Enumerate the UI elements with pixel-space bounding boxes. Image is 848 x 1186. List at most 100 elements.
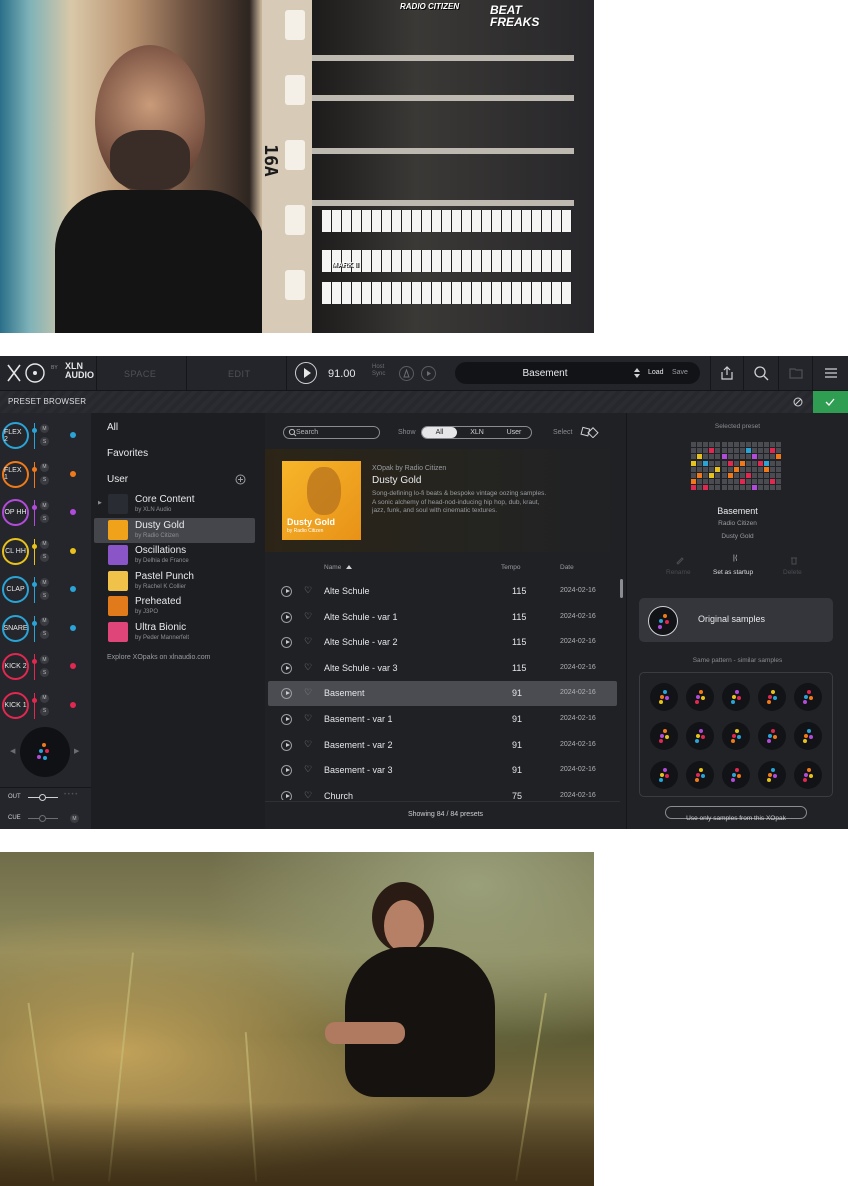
similar-sample-icon[interactable] [794, 722, 822, 750]
preset-row[interactable]: ♡ Alte Schule - var 3 115 2024-02-16 [268, 656, 617, 681]
menu-icon[interactable] [823, 365, 839, 381]
similar-sample-icon[interactable] [758, 683, 786, 711]
mute-button[interactable]: M [40, 578, 49, 587]
folder-icon[interactable] [788, 365, 804, 381]
similar-sample-icon[interactable] [686, 722, 714, 750]
similar-sample-icon[interactable] [686, 683, 714, 711]
library-item[interactable]: Ultra Bionic by Peder Mannerfelt [94, 620, 255, 645]
similar-sample-icon[interactable] [650, 683, 678, 711]
mute-button[interactable]: M [40, 693, 49, 703]
favorite-heart-icon[interactable]: ♡ [304, 790, 312, 800]
solo-button[interactable]: S [40, 668, 49, 677]
solo-button[interactable]: S [40, 706, 49, 716]
favorite-heart-icon[interactable]: ♡ [304, 636, 312, 647]
library-all[interactable]: All [107, 422, 118, 433]
pad-level[interactable] [34, 500, 35, 526]
preview-play-icon[interactable] [281, 637, 292, 649]
preview-play-icon[interactable] [281, 688, 292, 700]
xo-logo[interactable] [6, 362, 46, 384]
tempo-value[interactable]: 91.00 [328, 368, 356, 380]
pad-level[interactable] [34, 615, 35, 642]
library-favorites[interactable]: Favorites [107, 448, 148, 459]
pad-button[interactable]: FLEX 2 [2, 422, 29, 449]
save-button[interactable]: Save [672, 369, 688, 376]
favorite-heart-icon[interactable]: ♡ [304, 713, 312, 724]
select-label[interactable]: Select [553, 429, 572, 436]
similar-sample-icon[interactable] [794, 761, 822, 789]
preset-row[interactable]: ♡ Church 75 2024-02-16 [268, 784, 617, 800]
preset-stepper-icon[interactable] [633, 366, 641, 380]
similar-sample-icon[interactable] [722, 722, 750, 750]
cue-fader[interactable] [28, 815, 58, 822]
delete-button[interactable]: Delete [783, 569, 802, 576]
solo-button[interactable]: S [40, 475, 49, 485]
library-item[interactable]: Preheated by J3PO [94, 594, 255, 619]
cancel-icon[interactable] [792, 396, 804, 408]
mute-button[interactable]: M [40, 424, 49, 433]
preset-row[interactable]: ♡ Basement - var 3 91 2024-02-16 [268, 758, 617, 783]
expand-arrow-icon[interactable]: ▶ [98, 500, 102, 506]
cue-mute-button[interactable]: M [70, 814, 79, 823]
pad-level[interactable] [34, 654, 35, 680]
mute-button[interactable]: M [40, 462, 49, 472]
mute-button[interactable]: M [40, 539, 49, 549]
list-scrollbar[interactable] [620, 579, 623, 598]
preset-selector[interactable]: Basement Load Save [455, 362, 700, 384]
preview-play-icon[interactable] [281, 611, 292, 623]
solo-button[interactable]: S [40, 437, 49, 446]
play-button[interactable] [295, 362, 317, 384]
only-samples-button[interactable]: Use only samples from this XOpak [665, 806, 807, 822]
filter-xln[interactable]: XLN [459, 427, 495, 438]
solo-button[interactable]: S [40, 514, 49, 523]
rename-button[interactable]: Rename [666, 569, 691, 576]
metronome-button[interactable] [399, 366, 414, 381]
filter-all[interactable]: All [422, 427, 457, 438]
preview-play-icon[interactable] [281, 765, 292, 777]
pattern-knob[interactable] [20, 727, 70, 777]
similar-sample-icon[interactable] [794, 683, 822, 711]
nav-space[interactable]: SPACE [124, 369, 156, 379]
similar-sample-icon[interactable] [650, 761, 678, 789]
sort-ascending-icon[interactable] [346, 564, 352, 570]
favorite-heart-icon[interactable]: ♡ [304, 739, 312, 750]
pad-level[interactable] [34, 538, 35, 565]
preset-row[interactable]: ♡ Basement - var 1 91 2024-02-16 [268, 707, 617, 732]
pad-button[interactable]: FLEX 1 [2, 460, 29, 488]
pad-button[interactable]: SNARE [2, 614, 29, 642]
preset-row[interactable]: ♡ Alte Schule 115 2024-02-16 [268, 579, 617, 604]
pad-level[interactable] [34, 577, 35, 603]
out-fader[interactable] [28, 794, 58, 801]
count-in-button[interactable] [421, 366, 436, 381]
column-tempo[interactable]: Tempo [501, 564, 521, 571]
search-icon[interactable] [753, 365, 769, 381]
favorite-heart-icon[interactable]: ♡ [304, 611, 312, 622]
original-samples-button[interactable]: Original samples [639, 598, 833, 642]
solo-button[interactable]: S [40, 591, 49, 600]
pad-button[interactable]: OP HH [2, 499, 29, 526]
mute-button[interactable]: M [40, 616, 49, 626]
pad-button[interactable]: KICK 1 [2, 691, 29, 719]
library-item[interactable]: Dusty Gold by Radio Citizen [94, 517, 255, 543]
similar-sample-icon[interactable] [758, 722, 786, 750]
pad-level[interactable] [34, 461, 35, 488]
favorite-heart-icon[interactable]: ♡ [304, 585, 312, 596]
column-date[interactable]: Date [560, 564, 574, 571]
search-input[interactable]: Search [283, 426, 380, 439]
pad-level[interactable] [34, 423, 35, 449]
favorite-heart-icon[interactable]: ♡ [304, 662, 312, 673]
library-item[interactable]: Pastel Punch by Rachel K Collier [94, 569, 255, 594]
pad-button[interactable]: CLAP [2, 576, 29, 603]
set-startup-button[interactable]: Set as startup [713, 569, 753, 576]
solo-button[interactable]: S [40, 629, 49, 639]
pad-button[interactable]: CL HH [2, 537, 29, 565]
preview-play-icon[interactable] [281, 586, 292, 597]
preview-play-icon[interactable] [281, 739, 292, 751]
preview-play-icon[interactable] [281, 662, 292, 674]
similar-sample-icon[interactable] [722, 683, 750, 711]
confirm-button[interactable] [813, 391, 848, 413]
similar-sample-icon[interactable] [686, 761, 714, 789]
next-pattern-arrow[interactable]: ▶ [74, 747, 79, 755]
load-button[interactable]: Load [648, 369, 664, 376]
similar-sample-icon[interactable] [722, 761, 750, 789]
add-icon[interactable] [235, 474, 246, 485]
